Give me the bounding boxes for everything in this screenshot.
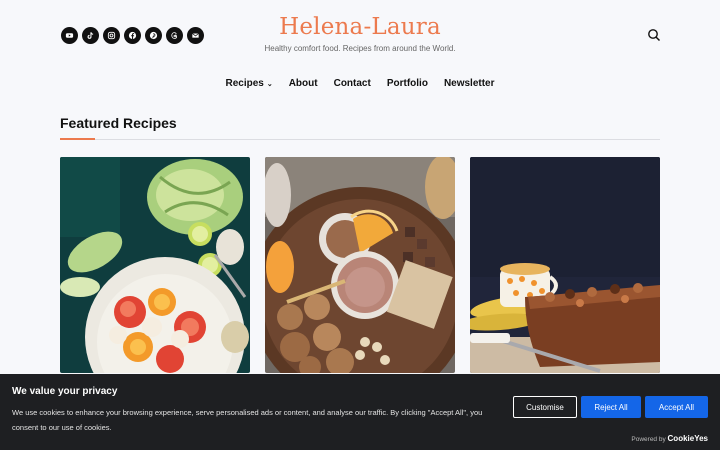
nav-item-label: Contact [333,78,371,89]
accept-all-button[interactable]: Accept All [645,396,708,418]
recipe-card-banana-bread[interactable] [470,157,660,373]
cookie-banner-title: We value your privacy [12,386,118,397]
cookie-consent-banner: We value your privacy We use cookies to … [0,374,720,450]
main-nav: Recipes ⌄ About Contact Portfolio Newsle… [0,78,720,89]
cookie-banner-text: We use cookies to enhance your browsing … [12,408,483,432]
cookieyes-logo[interactable]: CookieYes [668,434,708,443]
nav-item-label: Portfolio [386,78,428,89]
nav-item-portfolio[interactable]: Portfolio [387,78,428,89]
nav-item-label: Newsletter [443,78,495,89]
banana-bread-photo [470,157,660,373]
recipe-card-salad[interactable] [60,157,250,373]
brand: Helena-Laura Healthy comfort food. Recip… [0,14,720,53]
powered-by-prefix: Powered by [631,436,666,443]
nav-item-about[interactable]: About [289,78,318,89]
recipe-card-smoothie[interactable] [265,157,455,373]
nav-item-recipes[interactable]: Recipes ⌄ [225,78,272,89]
chevron-down-icon: ⌄ [266,80,273,88]
nav-item-label: Recipes [225,78,264,89]
section-divider [60,139,660,140]
section-title: Featured Recipes [60,115,177,131]
site-title[interactable]: Helena-Laura [0,14,720,40]
smoothie-cookies-photo [265,157,455,373]
site-tagline: Healthy comfort food. Recipes from aroun… [264,44,456,53]
customise-button[interactable]: Customise [513,396,577,418]
powered-by: Powered by CookieYes [631,434,708,443]
reject-all-button[interactable]: Reject All [581,396,641,418]
nav-item-label: About [288,78,318,89]
site-header: Helena-Laura Healthy comfort food. Recip… [0,0,720,70]
salad-photo [60,157,250,373]
nav-item-contact[interactable]: Contact [334,78,371,89]
section-accent-underline [60,138,95,140]
search-icon[interactable] [647,28,661,42]
nav-item-newsletter[interactable]: Newsletter [444,78,495,89]
